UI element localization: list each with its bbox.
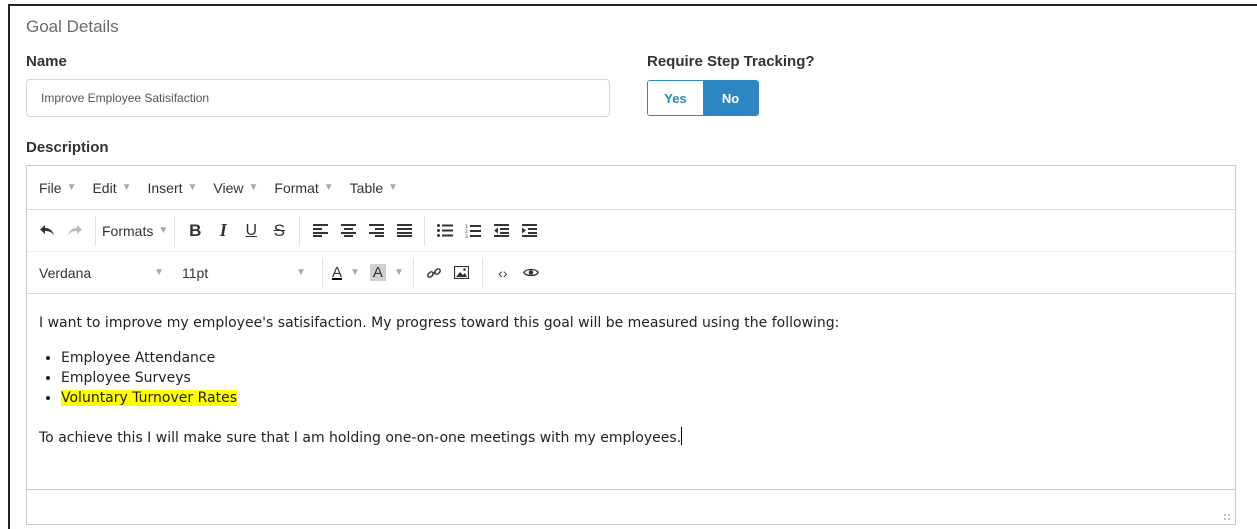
yes-option[interactable]: Yes bbox=[648, 81, 703, 115]
toolbar-divider bbox=[322, 257, 323, 288]
underline-icon[interactable]: U bbox=[237, 216, 265, 246]
source-code-icon[interactable]: ‹› bbox=[489, 258, 517, 288]
highlighted-text: Voluntary Turnover Rates bbox=[61, 390, 237, 406]
closing-paragraph: To achieve this I will make sure that I … bbox=[39, 427, 1223, 446]
list-item: Employee Surveys bbox=[61, 368, 1223, 388]
toolbar-divider bbox=[174, 215, 176, 246]
description-label: Description bbox=[26, 139, 109, 156]
menu-insert[interactable]: Insert ▼ bbox=[148, 180, 198, 196]
align-right-icon[interactable] bbox=[362, 216, 390, 246]
undo-icon[interactable] bbox=[33, 216, 61, 246]
editor-statusbar bbox=[27, 490, 1235, 525]
menu-edit[interactable]: Edit ▼ bbox=[92, 180, 131, 196]
section-title: Goal Details bbox=[26, 17, 119, 36]
italic-icon[interactable]: I bbox=[209, 216, 237, 246]
chevron-down-icon: ▼ bbox=[66, 182, 77, 193]
editor-toolbar-row2: Verdana ▼ 11pt ▼ A ▼ A ▼ ‹› bbox=[27, 252, 1235, 294]
strikethrough-icon[interactable]: S bbox=[265, 216, 293, 246]
editor-content[interactable]: I want to improve my employee's satisifa… bbox=[27, 294, 1235, 490]
editor-toolbar-row1: Formats ▼ B I U S 123 bbox=[27, 210, 1235, 252]
description-editor: File ▼ Edit ▼ Insert ▼ View ▼ Format ▼ Table ▼… bbox=[26, 165, 1236, 525]
step-tracking-label: Require Step Tracking? bbox=[647, 53, 815, 70]
toolbar-divider bbox=[95, 215, 96, 246]
chevron-down-icon: ▼ bbox=[187, 182, 198, 193]
no-option[interactable]: No bbox=[703, 81, 758, 115]
align-center-icon[interactable] bbox=[334, 216, 362, 246]
toolbar-divider bbox=[299, 215, 301, 246]
intro-paragraph: I want to improve my employee's satisifa… bbox=[39, 315, 840, 331]
svg-text:3: 3 bbox=[465, 234, 468, 238]
background-color-icon[interactable]: A ▼ bbox=[367, 258, 407, 288]
preview-eye-icon[interactable] bbox=[517, 258, 545, 288]
chevron-down-icon: ▼ bbox=[121, 182, 132, 193]
name-input[interactable] bbox=[26, 79, 610, 117]
chevron-down-icon: ▼ bbox=[248, 182, 259, 193]
link-icon[interactable] bbox=[420, 258, 448, 288]
resize-handle-icon[interactable] bbox=[1223, 513, 1231, 521]
list-item: Employee Attendance bbox=[61, 348, 1223, 368]
toolbar-divider bbox=[412, 257, 414, 288]
toolbar-divider bbox=[481, 257, 483, 288]
numbered-list-icon[interactable]: 123 bbox=[459, 216, 487, 246]
chevron-down-icon: ▼ bbox=[296, 267, 306, 278]
redo-icon[interactable] bbox=[61, 216, 89, 246]
editor-menubar: File ▼ Edit ▼ Insert ▼ View ▼ Format ▼ Table ▼ bbox=[27, 166, 1235, 210]
formats-dropdown[interactable]: Formats ▼ bbox=[102, 223, 168, 239]
bullet-list-icon[interactable] bbox=[431, 216, 459, 246]
toolbar-divider bbox=[424, 215, 426, 246]
font-size-dropdown[interactable]: 11pt ▼ bbox=[178, 265, 316, 281]
name-label: Name bbox=[26, 53, 67, 70]
list-item: Voluntary Turnover Rates bbox=[61, 388, 1223, 408]
chevron-down-icon: ▼ bbox=[158, 225, 169, 236]
bullet-list: Employee Attendance Employee Surveys Vol… bbox=[39, 348, 1223, 408]
image-icon[interactable] bbox=[448, 258, 476, 288]
justify-icon[interactable] bbox=[390, 216, 418, 246]
step-tracking-toggle: Yes No bbox=[647, 80, 759, 116]
menu-format[interactable]: Format ▼ bbox=[274, 180, 333, 196]
font-family-dropdown[interactable]: Verdana ▼ bbox=[39, 265, 178, 281]
chevron-down-icon: ▼ bbox=[154, 267, 164, 278]
chevron-down-icon: ▼ bbox=[323, 182, 334, 193]
menu-view[interactable]: View ▼ bbox=[213, 180, 258, 196]
outdent-icon[interactable] bbox=[487, 216, 515, 246]
align-left-icon[interactable] bbox=[306, 216, 334, 246]
indent-icon[interactable] bbox=[515, 216, 543, 246]
menu-table[interactable]: Table ▼ bbox=[350, 180, 398, 196]
text-color-icon[interactable]: A ▼ bbox=[329, 258, 363, 288]
text-cursor bbox=[681, 427, 683, 445]
chevron-down-icon: ▼ bbox=[388, 182, 399, 193]
bold-icon[interactable]: B bbox=[181, 216, 209, 246]
menu-file[interactable]: File ▼ bbox=[39, 180, 76, 196]
